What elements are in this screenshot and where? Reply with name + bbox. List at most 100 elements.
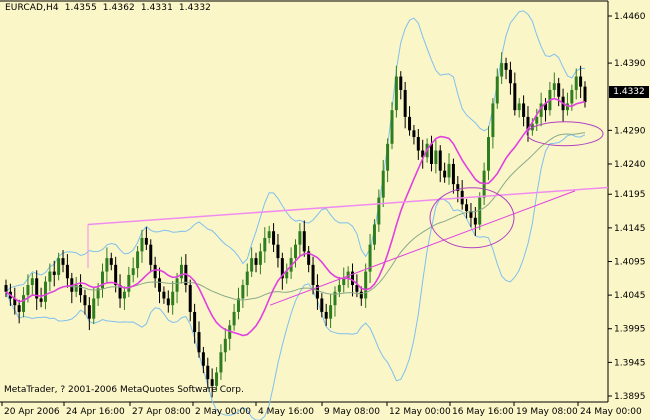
candle-body — [583, 86, 587, 103]
candle-body — [364, 271, 368, 299]
candle-body — [144, 237, 148, 245]
candle-body — [26, 285, 30, 296]
candle-body — [188, 285, 192, 312]
candle-body — [408, 116, 412, 131]
candle-body — [258, 251, 262, 265]
candle-body — [30, 278, 34, 286]
x-tick-label: 9 May 08:00 — [324, 407, 380, 417]
candle-body — [149, 244, 153, 265]
candle-body — [570, 89, 574, 104]
candle-body — [201, 352, 205, 366]
candle-body — [478, 197, 482, 225]
y-tick-label: 1.4460 — [614, 12, 646, 22]
candle-body — [302, 231, 306, 252]
y-tick-label: 1.4145 — [614, 224, 646, 234]
candle-body — [254, 258, 258, 265]
candle-body — [92, 298, 96, 319]
x-tick-label: 2 May 00:00 — [195, 407, 251, 417]
candle-body — [171, 291, 175, 306]
candle-body — [324, 311, 328, 319]
candle-body — [355, 285, 359, 292]
candle-body — [17, 305, 21, 312]
x-tick-label: 4 May 16:00 — [258, 407, 314, 417]
candle-body — [166, 298, 170, 306]
candle-body — [434, 150, 438, 164]
copyright-text: MetaTrader, ? 2001-2006 MetaQuotes Softw… — [4, 385, 244, 395]
candle-body — [412, 130, 416, 138]
x-tick-label: 27 Apr 08:00 — [132, 407, 191, 417]
candle-body — [162, 291, 166, 299]
candle-body — [263, 237, 267, 252]
candle-body — [179, 264, 183, 279]
candle-body — [557, 83, 561, 97]
x-tick-label: 20 Apr 2006 — [4, 407, 60, 417]
candle-body — [241, 285, 245, 299]
candle-body — [346, 271, 350, 279]
candle-body — [359, 291, 363, 299]
candle-body — [522, 103, 526, 117]
chart-window[interactable]: 1.4460 1.4390 1.4290 1.4240 1.4195 1.4145 1.40… — [0, 0, 650, 420]
candle-body — [197, 332, 201, 353]
symbol-label: EURCAD,H4 — [5, 3, 59, 13]
candle-body — [48, 271, 52, 282]
candle-body — [43, 281, 47, 302]
low-value: 1.4331 — [140, 3, 173, 13]
candle-body — [372, 224, 376, 245]
candle-body — [276, 244, 280, 259]
price-chart[interactable]: 1.4460 1.4390 1.4290 1.4240 1.4195 1.4145 1.40… — [0, 0, 650, 420]
candle-body — [267, 231, 271, 238]
x-tick-label: 19 May 08:00 — [516, 407, 578, 417]
candle-body — [87, 305, 91, 319]
candle-body — [250, 258, 254, 272]
candle-body — [429, 143, 433, 164]
candle-body — [109, 258, 113, 265]
candle-body — [219, 352, 223, 373]
candle-body — [114, 264, 118, 286]
candle-body — [495, 76, 499, 104]
candle-body — [311, 264, 315, 286]
candle-body — [298, 231, 302, 245]
y-tick-label: 1.4195 — [614, 190, 646, 200]
candle-body — [403, 89, 407, 117]
candle-body — [473, 217, 477, 225]
candle-body — [504, 63, 508, 70]
candle-body — [236, 298, 240, 312]
y-tick-label: 1.3895 — [614, 392, 646, 402]
candle-body — [574, 76, 578, 90]
candle-body — [451, 163, 455, 185]
candle-body — [500, 63, 504, 77]
candle-body — [272, 231, 276, 245]
candle-body — [4, 285, 8, 292]
y-tick-label: 1.4390 — [614, 59, 646, 69]
candle-body — [399, 76, 403, 90]
candle-body — [513, 83, 517, 111]
candle-body — [131, 268, 135, 275]
candle-body — [517, 103, 521, 111]
candle-body — [245, 271, 249, 286]
candle-body — [52, 271, 56, 275]
candle-body — [136, 251, 140, 269]
candle-body — [381, 170, 385, 198]
y-tick-label: 1.4045 — [614, 291, 646, 301]
high-value: 1.4362 — [102, 3, 135, 13]
candle-body — [57, 258, 61, 275]
candle-body — [232, 311, 236, 326]
candle-body — [394, 76, 398, 111]
candle-body — [294, 244, 297, 259]
candle-body — [390, 110, 394, 144]
candle-body — [329, 305, 333, 319]
y-tick-label: 1.3995 — [614, 325, 646, 335]
candle-body — [416, 137, 420, 151]
x-tick-label: 16 May 16:00 — [452, 407, 514, 417]
candle-body — [223, 338, 227, 353]
symbol-header: EURCAD,H4 1.4355 1.4362 1.4331 1.4332 — [5, 3, 214, 13]
candle-body — [158, 278, 162, 292]
candle-body — [438, 150, 442, 171]
candle-body — [443, 170, 447, 178]
candle-body — [579, 76, 583, 87]
candle-body — [487, 137, 490, 171]
chart-background — [0, 0, 650, 420]
candle-body — [74, 285, 78, 292]
candle-body — [175, 278, 179, 292]
candle-body — [508, 69, 512, 84]
